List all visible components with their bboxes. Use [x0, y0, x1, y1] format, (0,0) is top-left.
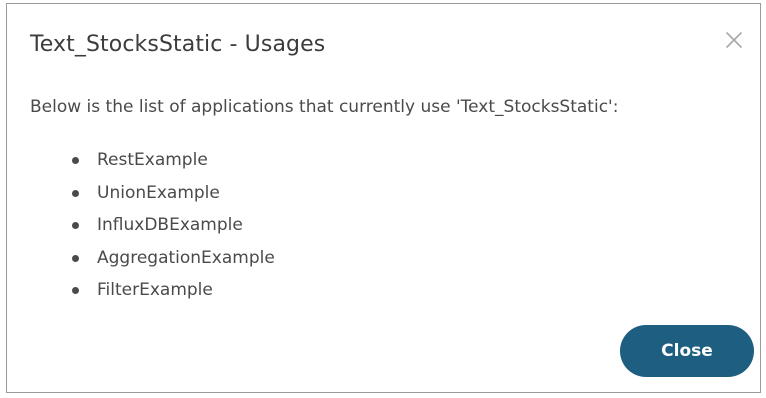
application-name: InfluxDBExample [97, 215, 243, 235]
bullet-icon [72, 254, 79, 262]
list-item: UnionExample [39, 177, 275, 210]
usages-dialog: Text_StocksStatic - Usages Below is the … [6, 3, 761, 393]
list-item: RestExample [39, 144, 275, 177]
bullet-icon [72, 287, 79, 294]
list-item: FilterExample [39, 274, 275, 307]
bullet-icon [72, 222, 79, 229]
close-icon [726, 32, 742, 48]
application-name: UnionExample [97, 182, 220, 203]
close-button[interactable]: Close [620, 325, 754, 377]
close-dialog-button[interactable] [718, 24, 750, 56]
application-name: RestExample [97, 150, 208, 170]
bullet-icon [72, 157, 79, 164]
dialog-description: Below is the list of applications that c… [30, 97, 619, 117]
list-item: InfluxDBExample [39, 209, 275, 242]
application-name: AggregationExample [97, 247, 275, 268]
bullet-icon [72, 189, 79, 197]
application-name: FilterExample [97, 280, 213, 300]
list-item: AggregationExample [39, 242, 275, 275]
dialog-title: Text_StocksStatic - Usages [30, 32, 326, 57]
application-list: RestExample UnionExample InfluxDBExample… [39, 144, 275, 307]
